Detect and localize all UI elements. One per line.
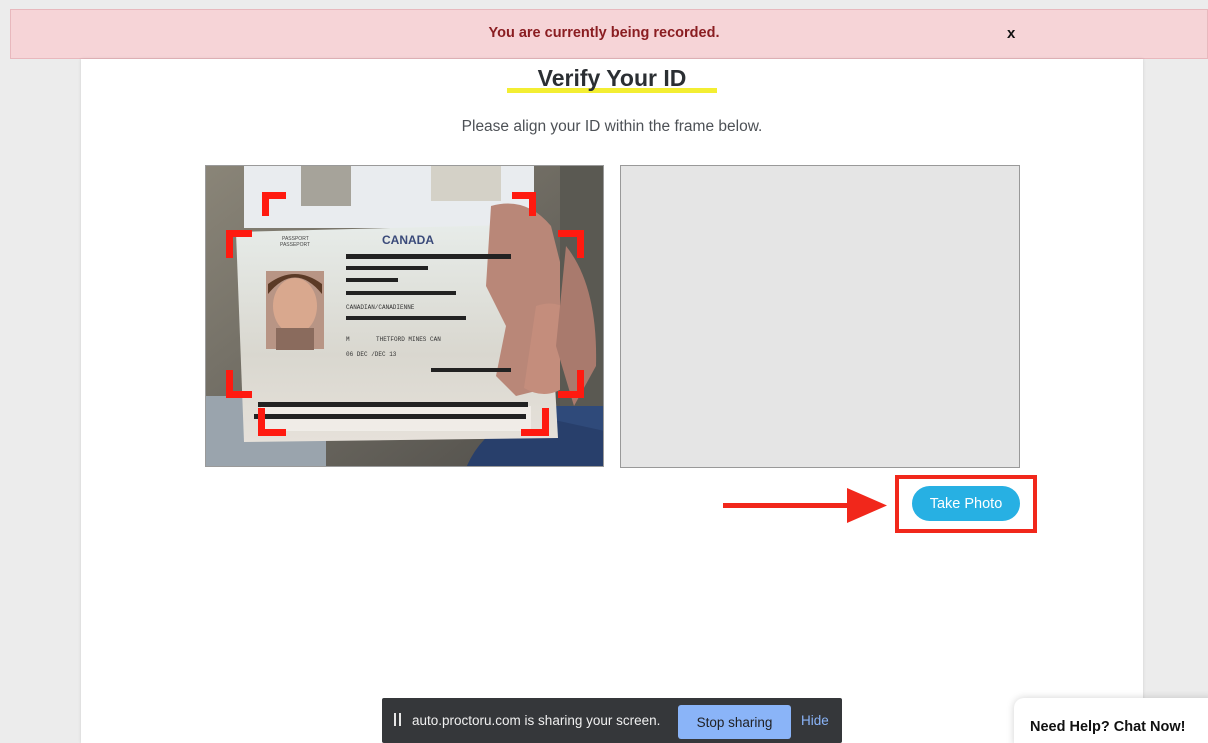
chat-label: Need Help? Chat Now! (1030, 719, 1186, 735)
take-photo-button[interactable]: Take Photo (912, 486, 1020, 521)
recording-banner: You are currently being recorded. x (10, 9, 1208, 59)
photo-preview (620, 165, 1020, 468)
camera-feed: PASSPORT PASSEPORT CANADA CANADIAN/CANAD… (205, 165, 604, 467)
viewport: You are currently being recorded. x Veri… (0, 0, 1208, 743)
passport-label-2: PASSEPORT (280, 242, 310, 248)
screen-share-bar: auto.proctoru.com is sharing your screen… (382, 698, 842, 743)
passport-sex: M (346, 336, 350, 343)
passport-birthplace: THETFORD MINES CAN (376, 336, 441, 343)
passport-country: CANADA (382, 233, 434, 247)
verification-card: Verify Your ID Please align your ID with… (81, 59, 1143, 743)
arrow-right-icon (723, 488, 887, 523)
screen-share-message: auto.proctoru.com is sharing your screen… (412, 713, 661, 728)
instructions-text: Please align your ID within the frame be… (461, 118, 763, 135)
page-title: Verify Your ID (537, 65, 687, 91)
stop-sharing-button[interactable]: Stop sharing (678, 705, 791, 739)
passport-nationality: CANADIAN/CANADIENNE (346, 304, 415, 311)
pause-icon (394, 713, 402, 726)
chat-widget[interactable]: Need Help? Chat Now! (1014, 698, 1208, 743)
hide-button[interactable]: Hide (801, 713, 829, 728)
close-banner-button[interactable]: x (1007, 25, 1015, 42)
camera-image: PASSPORT PASSEPORT CANADA CANADIAN/CANAD… (206, 166, 603, 466)
title-wrap: Verify Your ID (507, 65, 717, 97)
passport-date: 06 DEC /DEC 13 (346, 351, 397, 358)
recording-message: You are currently being recorded. (488, 25, 720, 41)
